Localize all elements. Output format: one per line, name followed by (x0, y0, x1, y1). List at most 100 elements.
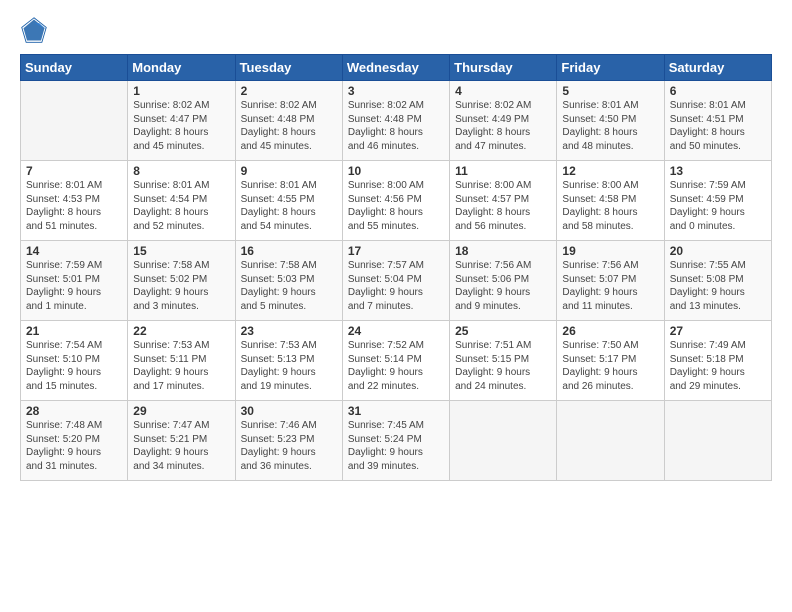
day-number: 22 (133, 324, 229, 338)
cell-info: Sunrise: 7:50 AM Sunset: 5:17 PM Dayligh… (562, 339, 658, 393)
cell-info: Sunrise: 8:01 AM Sunset: 4:55 PM Dayligh… (241, 179, 337, 233)
cell-info: Sunrise: 7:48 AM Sunset: 5:20 PM Dayligh… (26, 419, 122, 473)
weekday-header-monday: Monday (128, 55, 235, 81)
day-number: 3 (348, 84, 444, 98)
calendar-cell: 22Sunrise: 7:53 AM Sunset: 5:11 PM Dayli… (128, 321, 235, 401)
calendar-cell: 7Sunrise: 8:01 AM Sunset: 4:53 PM Daylig… (21, 161, 128, 241)
logo (20, 16, 52, 44)
day-number: 15 (133, 244, 229, 258)
calendar-cell: 9Sunrise: 8:01 AM Sunset: 4:55 PM Daylig… (235, 161, 342, 241)
calendar-cell: 28Sunrise: 7:48 AM Sunset: 5:20 PM Dayli… (21, 401, 128, 481)
cell-info: Sunrise: 8:00 AM Sunset: 4:56 PM Dayligh… (348, 179, 444, 233)
calendar-cell: 4Sunrise: 8:02 AM Sunset: 4:49 PM Daylig… (450, 81, 557, 161)
calendar-cell: 16Sunrise: 7:58 AM Sunset: 5:03 PM Dayli… (235, 241, 342, 321)
day-number: 8 (133, 164, 229, 178)
day-number: 21 (26, 324, 122, 338)
header (20, 16, 772, 44)
day-number: 30 (241, 404, 337, 418)
cell-info: Sunrise: 7:56 AM Sunset: 5:06 PM Dayligh… (455, 259, 551, 313)
calendar-cell (664, 401, 771, 481)
weekday-header-saturday: Saturday (664, 55, 771, 81)
cell-info: Sunrise: 8:02 AM Sunset: 4:48 PM Dayligh… (241, 99, 337, 153)
day-number: 4 (455, 84, 551, 98)
cell-info: Sunrise: 7:54 AM Sunset: 5:10 PM Dayligh… (26, 339, 122, 393)
day-number: 20 (670, 244, 766, 258)
logo-icon (20, 16, 48, 44)
day-number: 17 (348, 244, 444, 258)
cell-info: Sunrise: 7:58 AM Sunset: 5:02 PM Dayligh… (133, 259, 229, 313)
calendar-cell (21, 81, 128, 161)
day-number: 13 (670, 164, 766, 178)
day-number: 10 (348, 164, 444, 178)
calendar-cell: 5Sunrise: 8:01 AM Sunset: 4:50 PM Daylig… (557, 81, 664, 161)
weekday-header-thursday: Thursday (450, 55, 557, 81)
cell-info: Sunrise: 8:00 AM Sunset: 4:58 PM Dayligh… (562, 179, 658, 233)
calendar-cell (557, 401, 664, 481)
day-number: 5 (562, 84, 658, 98)
cell-info: Sunrise: 7:58 AM Sunset: 5:03 PM Dayligh… (241, 259, 337, 313)
day-number: 6 (670, 84, 766, 98)
calendar-cell: 31Sunrise: 7:45 AM Sunset: 5:24 PM Dayli… (342, 401, 449, 481)
cell-info: Sunrise: 7:59 AM Sunset: 4:59 PM Dayligh… (670, 179, 766, 233)
calendar-cell: 18Sunrise: 7:56 AM Sunset: 5:06 PM Dayli… (450, 241, 557, 321)
calendar-cell: 13Sunrise: 7:59 AM Sunset: 4:59 PM Dayli… (664, 161, 771, 241)
calendar-cell: 20Sunrise: 7:55 AM Sunset: 5:08 PM Dayli… (664, 241, 771, 321)
weekday-header-row: SundayMondayTuesdayWednesdayThursdayFrid… (21, 55, 772, 81)
weekday-header-sunday: Sunday (21, 55, 128, 81)
cell-info: Sunrise: 8:01 AM Sunset: 4:51 PM Dayligh… (670, 99, 766, 153)
week-row-2: 7Sunrise: 8:01 AM Sunset: 4:53 PM Daylig… (21, 161, 772, 241)
calendar-cell: 10Sunrise: 8:00 AM Sunset: 4:56 PM Dayli… (342, 161, 449, 241)
calendar-cell: 17Sunrise: 7:57 AM Sunset: 5:04 PM Dayli… (342, 241, 449, 321)
cell-info: Sunrise: 7:45 AM Sunset: 5:24 PM Dayligh… (348, 419, 444, 473)
week-row-3: 14Sunrise: 7:59 AM Sunset: 5:01 PM Dayli… (21, 241, 772, 321)
day-number: 23 (241, 324, 337, 338)
day-number: 16 (241, 244, 337, 258)
calendar-cell: 12Sunrise: 8:00 AM Sunset: 4:58 PM Dayli… (557, 161, 664, 241)
day-number: 19 (562, 244, 658, 258)
cell-info: Sunrise: 8:01 AM Sunset: 4:50 PM Dayligh… (562, 99, 658, 153)
cell-info: Sunrise: 8:02 AM Sunset: 4:48 PM Dayligh… (348, 99, 444, 153)
cell-info: Sunrise: 7:56 AM Sunset: 5:07 PM Dayligh… (562, 259, 658, 313)
day-number: 26 (562, 324, 658, 338)
calendar-cell: 26Sunrise: 7:50 AM Sunset: 5:17 PM Dayli… (557, 321, 664, 401)
day-number: 29 (133, 404, 229, 418)
calendar-cell: 11Sunrise: 8:00 AM Sunset: 4:57 PM Dayli… (450, 161, 557, 241)
calendar-cell: 29Sunrise: 7:47 AM Sunset: 5:21 PM Dayli… (128, 401, 235, 481)
calendar-cell: 24Sunrise: 7:52 AM Sunset: 5:14 PM Dayli… (342, 321, 449, 401)
cell-info: Sunrise: 7:53 AM Sunset: 5:11 PM Dayligh… (133, 339, 229, 393)
week-row-5: 28Sunrise: 7:48 AM Sunset: 5:20 PM Dayli… (21, 401, 772, 481)
calendar-cell: 23Sunrise: 7:53 AM Sunset: 5:13 PM Dayli… (235, 321, 342, 401)
cell-info: Sunrise: 7:59 AM Sunset: 5:01 PM Dayligh… (26, 259, 122, 313)
calendar-cell: 19Sunrise: 7:56 AM Sunset: 5:07 PM Dayli… (557, 241, 664, 321)
day-number: 7 (26, 164, 122, 178)
calendar-cell: 25Sunrise: 7:51 AM Sunset: 5:15 PM Dayli… (450, 321, 557, 401)
page: SundayMondayTuesdayWednesdayThursdayFrid… (0, 0, 792, 612)
day-number: 27 (670, 324, 766, 338)
cell-info: Sunrise: 7:46 AM Sunset: 5:23 PM Dayligh… (241, 419, 337, 473)
cell-info: Sunrise: 8:02 AM Sunset: 4:47 PM Dayligh… (133, 99, 229, 153)
day-number: 11 (455, 164, 551, 178)
calendar-cell: 30Sunrise: 7:46 AM Sunset: 5:23 PM Dayli… (235, 401, 342, 481)
calendar-cell: 6Sunrise: 8:01 AM Sunset: 4:51 PM Daylig… (664, 81, 771, 161)
cell-info: Sunrise: 7:52 AM Sunset: 5:14 PM Dayligh… (348, 339, 444, 393)
cell-info: Sunrise: 8:01 AM Sunset: 4:54 PM Dayligh… (133, 179, 229, 233)
day-number: 9 (241, 164, 337, 178)
week-row-1: 1Sunrise: 8:02 AM Sunset: 4:47 PM Daylig… (21, 81, 772, 161)
cell-info: Sunrise: 8:01 AM Sunset: 4:53 PM Dayligh… (26, 179, 122, 233)
weekday-header-tuesday: Tuesday (235, 55, 342, 81)
day-number: 28 (26, 404, 122, 418)
day-number: 2 (241, 84, 337, 98)
cell-info: Sunrise: 7:49 AM Sunset: 5:18 PM Dayligh… (670, 339, 766, 393)
calendar-cell: 27Sunrise: 7:49 AM Sunset: 5:18 PM Dayli… (664, 321, 771, 401)
cell-info: Sunrise: 7:47 AM Sunset: 5:21 PM Dayligh… (133, 419, 229, 473)
cell-info: Sunrise: 8:00 AM Sunset: 4:57 PM Dayligh… (455, 179, 551, 233)
calendar-cell: 2Sunrise: 8:02 AM Sunset: 4:48 PM Daylig… (235, 81, 342, 161)
weekday-header-friday: Friday (557, 55, 664, 81)
cell-info: Sunrise: 7:51 AM Sunset: 5:15 PM Dayligh… (455, 339, 551, 393)
calendar-cell: 1Sunrise: 8:02 AM Sunset: 4:47 PM Daylig… (128, 81, 235, 161)
week-row-4: 21Sunrise: 7:54 AM Sunset: 5:10 PM Dayli… (21, 321, 772, 401)
day-number: 14 (26, 244, 122, 258)
calendar-cell: 8Sunrise: 8:01 AM Sunset: 4:54 PM Daylig… (128, 161, 235, 241)
calendar-cell (450, 401, 557, 481)
day-number: 18 (455, 244, 551, 258)
